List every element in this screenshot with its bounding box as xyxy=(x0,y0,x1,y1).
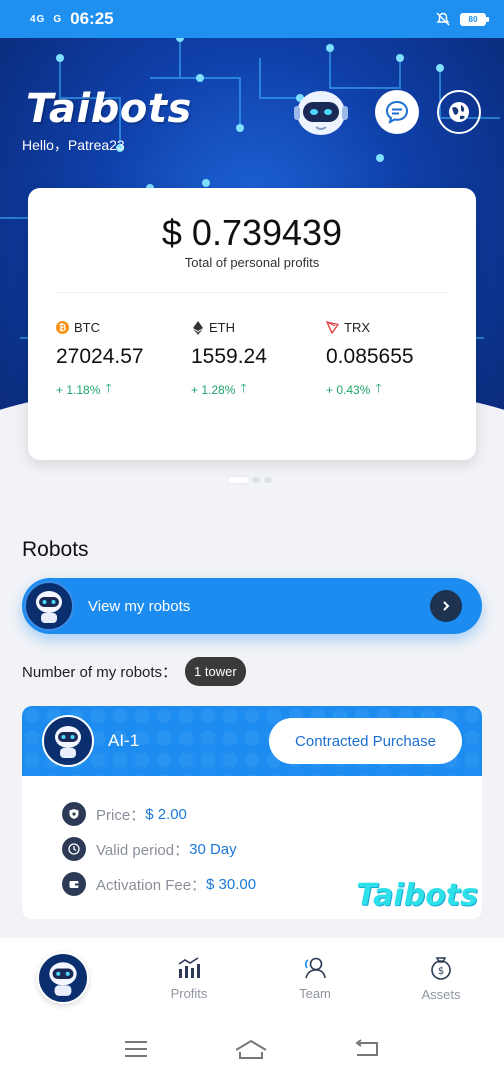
signal-indicator-2: G xyxy=(53,13,63,25)
language-button[interactable] xyxy=(437,90,481,134)
robot-avatar xyxy=(42,715,94,767)
chevron-right-icon[interactable] xyxy=(430,590,462,622)
view-robots-button[interactable]: View my robots xyxy=(22,578,482,634)
robot-count-label: Number of my robots： xyxy=(22,664,178,681)
coin-change: + 1.28% xyxy=(191,382,236,397)
coin-name: ETH xyxy=(209,320,235,335)
back-icon[interactable] xyxy=(353,1039,381,1059)
price-row: Price： $ 2.00 xyxy=(62,802,187,826)
coin-trx: TRX 0.085655 + 0.43% 🡑 xyxy=(326,320,456,400)
profit-value: $ 0.739439 xyxy=(161,212,343,253)
view-robots-label: View my robots xyxy=(88,597,191,615)
fee-row: Activation Fee： $ 30.00 xyxy=(62,872,256,896)
ethereum-icon xyxy=(191,320,204,335)
coin-change: + 0.43% xyxy=(326,382,371,397)
system-nav-bar xyxy=(0,1018,504,1080)
carousel-dot[interactable] xyxy=(228,477,248,483)
arrow-up-icon: 🡑 xyxy=(240,381,247,395)
robot-icon xyxy=(55,726,81,758)
coin-eth: ETH 1559.24 + 1.28% 🡑 xyxy=(191,320,321,400)
svg-text:₿: ₿ xyxy=(59,323,66,334)
arrow-up-icon: 🡑 xyxy=(105,381,112,395)
bitcoin-icon: ₿ xyxy=(56,321,69,334)
coin-btc: ₿ BTC 27024.57 + 1.18% 🡑 xyxy=(56,320,186,400)
carousel-indicator[interactable] xyxy=(228,477,272,483)
shield-icon xyxy=(62,802,86,826)
coin-price: 27024.57 xyxy=(56,345,144,368)
globe-icon xyxy=(449,102,469,122)
status-bar: 4G G 06:25 80 xyxy=(0,0,504,38)
price-value: $ 2.00 xyxy=(145,805,187,823)
robot-mascot-icon xyxy=(294,91,348,135)
period-value: 30 Day xyxy=(189,840,237,858)
arrow-up-icon: 🡑 xyxy=(375,381,382,395)
home-robot-icon xyxy=(37,952,89,1004)
robot-card-header: AI-1 Contracted Purchase xyxy=(22,706,482,776)
chat-bubble-icon xyxy=(385,100,409,124)
clock: 06:25 xyxy=(70,9,114,28)
fee-label: Activation Fee： xyxy=(96,876,207,894)
svg-text:$: $ xyxy=(438,966,444,977)
robot-avatar xyxy=(24,581,74,631)
signal-indicator-1: 4G xyxy=(30,13,46,25)
nav-profits-label: Profits xyxy=(170,985,208,1001)
robot-count-row: Number of my robots： 1 tower xyxy=(22,657,246,686)
divider xyxy=(56,292,448,293)
coin-price: 0.085655 xyxy=(326,345,414,368)
price-label: Price： xyxy=(96,806,146,824)
brand-watermark: Taibots xyxy=(356,878,478,913)
robot-name: AI-1 xyxy=(108,731,140,750)
battery-icon: 80 xyxy=(460,12,489,26)
period-row: Valid period： 30 Day xyxy=(62,837,237,861)
app-logo: Taibots xyxy=(26,86,192,132)
coin-change: + 1.18% xyxy=(56,382,101,397)
contracted-purchase-button[interactable]: Contracted Purchase xyxy=(269,718,462,764)
carousel-dot[interactable] xyxy=(252,477,260,483)
nav-team[interactable]: Team xyxy=(252,956,378,1001)
mute-bell-icon xyxy=(436,12,450,26)
clock-icon xyxy=(62,837,86,861)
tron-icon xyxy=(326,321,339,334)
money-bag-icon: $ xyxy=(431,956,451,980)
team-icon xyxy=(304,957,326,978)
nav-profits[interactable]: Profits xyxy=(126,956,252,1001)
menu-icon[interactable] xyxy=(123,1039,149,1059)
period-label: Valid period： xyxy=(96,841,190,859)
greeting-text: Hello，Patrea23 xyxy=(22,137,125,153)
coin-name: BTC xyxy=(74,320,100,335)
message-button[interactable] xyxy=(375,90,419,134)
wallet-icon xyxy=(62,872,86,896)
section-title: Robots xyxy=(22,538,89,561)
coin-name: TRX xyxy=(344,320,370,335)
robot-card: AI-1 Contracted Purchase Price： $ 2.00 V… xyxy=(22,706,482,919)
home-icon[interactable] xyxy=(234,1038,268,1060)
carousel-dot[interactable] xyxy=(264,477,272,483)
bar-chart-icon xyxy=(178,956,200,978)
nav-assets[interactable]: $ Assets xyxy=(378,955,504,1002)
robot-count-badge: 1 tower xyxy=(185,657,246,686)
coin-price: 1559.24 xyxy=(191,345,267,368)
nav-assets-label: Assets xyxy=(421,986,461,1002)
nav-home[interactable] xyxy=(0,952,126,1004)
robot-icon xyxy=(36,591,62,623)
bottom-nav: Profits Team $ Assets xyxy=(0,938,504,1018)
fee-value: $ 30.00 xyxy=(206,875,257,893)
nav-team-label: Team xyxy=(299,985,331,1001)
profit-card: $ 0.739439 Total of personal profits ₿ B… xyxy=(28,188,476,460)
profit-label: Total of personal profits xyxy=(184,255,320,270)
